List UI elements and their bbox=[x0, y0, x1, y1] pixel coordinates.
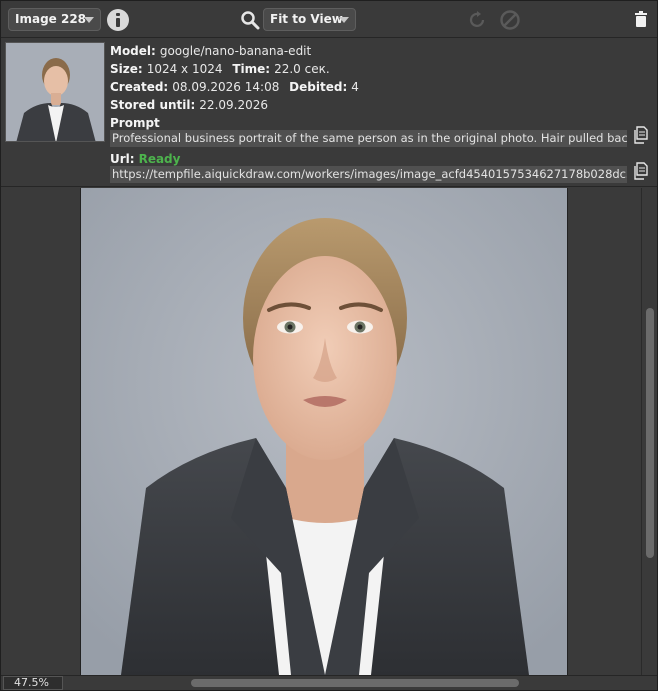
trash-icon[interactable] bbox=[634, 11, 648, 27]
image-thumbnail[interactable] bbox=[5, 42, 105, 142]
created-row: Created: 08.09.2026 14:08 Debited: 4 bbox=[110, 78, 630, 96]
chevron-down-icon bbox=[339, 17, 349, 23]
url-status: Ready bbox=[138, 152, 181, 166]
debited-value: 4 bbox=[351, 80, 359, 94]
url-label: Url: bbox=[110, 152, 135, 166]
time-label: Time: bbox=[232, 62, 271, 76]
image-canvas[interactable] bbox=[80, 188, 568, 675]
vertical-scrollbar[interactable] bbox=[641, 188, 657, 675]
fit-mode-dropdown[interactable]: Fit to View bbox=[263, 8, 356, 31]
prompt-label: Prompt bbox=[110, 116, 160, 130]
url-field[interactable]: https://tempfile.aiquickdraw.com/workers… bbox=[110, 166, 627, 183]
search-icon[interactable] bbox=[240, 10, 260, 30]
vertical-scroll-thumb[interactable] bbox=[646, 308, 654, 558]
fit-mode-label: Fit to View bbox=[270, 12, 343, 26]
image-viewport[interactable] bbox=[1, 188, 641, 675]
model-value: google/nano-banana-edit bbox=[159, 44, 312, 58]
image-info-panel: Model: google/nano-banana-edit Size: 1024 … bbox=[1, 39, 657, 187]
copy-prompt-icon[interactable] bbox=[633, 126, 649, 144]
prompt-field[interactable]: Professional business portrait of the sa… bbox=[110, 130, 627, 147]
model-row: Model: google/nano-banana-edit bbox=[110, 42, 630, 60]
model-label: Model: bbox=[110, 44, 156, 58]
size-row: Size: 1024 x 1024 Time: 22.0 сек. bbox=[110, 60, 630, 78]
status-bar: 47.5% bbox=[1, 675, 657, 690]
portrait-image bbox=[81, 188, 567, 675]
image-select-label: Image 228 bbox=[15, 12, 87, 26]
stored-label: Stored until: bbox=[110, 98, 196, 112]
created-value: 08.09.2026 14:08 bbox=[172, 80, 280, 94]
copy-url-icon[interactable] bbox=[633, 162, 649, 180]
chevron-down-icon bbox=[84, 17, 94, 23]
time-value: 22.0 сек. bbox=[274, 62, 330, 76]
info-icon[interactable] bbox=[107, 9, 129, 31]
debited-label: Debited: bbox=[289, 80, 348, 94]
portrait-thumbnail-image bbox=[6, 43, 104, 141]
toolbar: Image 228 Fit to View bbox=[1, 1, 657, 38]
image-viewer-window: Image 228 Fit to View Model: google/nano… bbox=[0, 0, 658, 691]
size-label: Size: bbox=[110, 62, 143, 76]
zoom-level[interactable]: 47.5% bbox=[3, 676, 63, 690]
stored-value: 22.09.2026 bbox=[199, 98, 269, 112]
stored-row: Stored until: 22.09.2026 bbox=[110, 96, 630, 114]
image-select-dropdown[interactable]: Image 228 bbox=[8, 8, 101, 31]
cancel-icon[interactable] bbox=[499, 9, 521, 31]
size-value: 1024 x 1024 bbox=[146, 62, 223, 76]
horizontal-scroll-thumb[interactable] bbox=[191, 679, 519, 687]
image-metadata: Model: google/nano-banana-edit Size: 1024 … bbox=[110, 42, 630, 168]
created-label: Created: bbox=[110, 80, 169, 94]
rotate-icon[interactable] bbox=[468, 10, 488, 30]
